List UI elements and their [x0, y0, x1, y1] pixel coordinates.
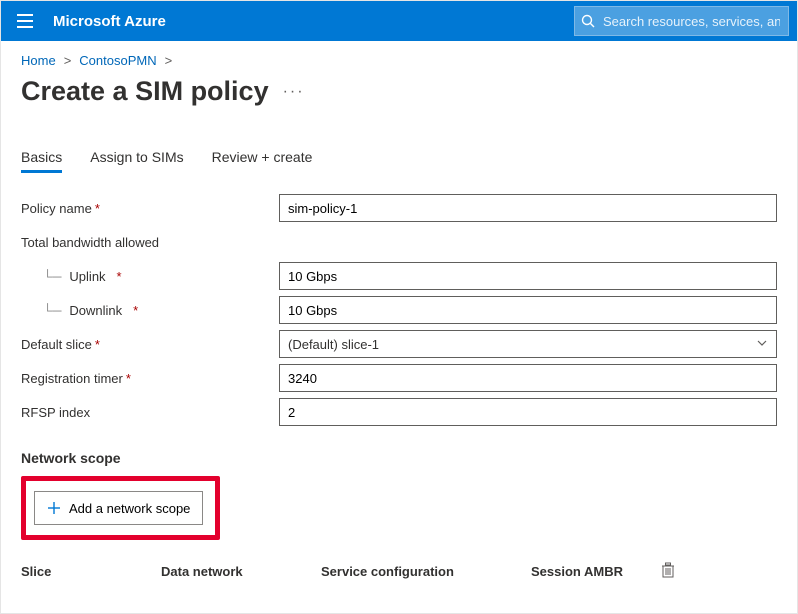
- add-network-scope-label: Add a network scope: [69, 501, 190, 516]
- brand-label: Microsoft Azure: [53, 13, 166, 30]
- network-scope-title: Network scope: [21, 450, 777, 466]
- breadcrumb-sep: >: [64, 53, 72, 68]
- col-service-config: Service configuration: [321, 564, 531, 579]
- bandwidth-label: Total bandwidth allowed: [21, 235, 279, 250]
- downlink-label: └─Downlink*: [21, 303, 269, 318]
- default-slice-select[interactable]: (Default) slice-1: [279, 330, 777, 358]
- downlink-input[interactable]: [279, 296, 777, 324]
- reg-timer-input[interactable]: [279, 364, 777, 392]
- delete-column-icon[interactable]: [661, 562, 675, 581]
- policy-name-label: Policy name*: [21, 201, 279, 216]
- col-slice: Slice: [21, 564, 161, 579]
- col-data-network: Data network: [161, 564, 321, 579]
- trash-icon: [661, 562, 675, 578]
- breadcrumb-home[interactable]: Home: [21, 53, 56, 68]
- highlight-callout: Add a network scope: [21, 476, 220, 540]
- form-basics: Policy name* Total bandwidth allowed └─U…: [21, 192, 777, 581]
- top-bar: Microsoft Azure: [1, 1, 797, 41]
- plus-icon: [47, 501, 61, 515]
- page-title: Create a SIM policy: [21, 76, 269, 107]
- add-network-scope-button[interactable]: Add a network scope: [34, 491, 203, 525]
- default-slice-value: (Default) slice-1: [288, 337, 379, 352]
- reg-timer-label: Registration timer*: [21, 371, 279, 386]
- search-input[interactable]: [601, 13, 782, 30]
- chevron-down-icon: [756, 337, 768, 352]
- uplink-input[interactable]: [279, 262, 777, 290]
- rfsp-label: RFSP index: [21, 405, 279, 420]
- policy-name-input[interactable]: [279, 194, 777, 222]
- tab-review[interactable]: Review + create: [212, 143, 313, 173]
- rfsp-input[interactable]: [279, 398, 777, 426]
- tab-strip: Basics Assign to SIMs Review + create: [21, 143, 777, 174]
- breadcrumb: Home > ContosoPMN >: [21, 53, 777, 68]
- col-session-ambr: Session AMBR: [531, 564, 661, 579]
- uplink-label: └─Uplink*: [21, 269, 269, 284]
- tab-assign[interactable]: Assign to SIMs: [90, 143, 183, 173]
- scope-table-header: Slice Data network Service configuration…: [21, 562, 777, 581]
- search-icon: [581, 14, 595, 28]
- breadcrumb-sep: >: [165, 53, 173, 68]
- hamburger-icon: [17, 14, 33, 28]
- more-actions-button[interactable]: ···: [283, 83, 305, 101]
- menu-button[interactable]: [9, 5, 41, 37]
- breadcrumb-resource[interactable]: ContosoPMN: [79, 53, 156, 68]
- search-box[interactable]: [574, 6, 789, 36]
- tab-basics[interactable]: Basics: [21, 143, 62, 173]
- default-slice-label: Default slice*: [21, 337, 279, 352]
